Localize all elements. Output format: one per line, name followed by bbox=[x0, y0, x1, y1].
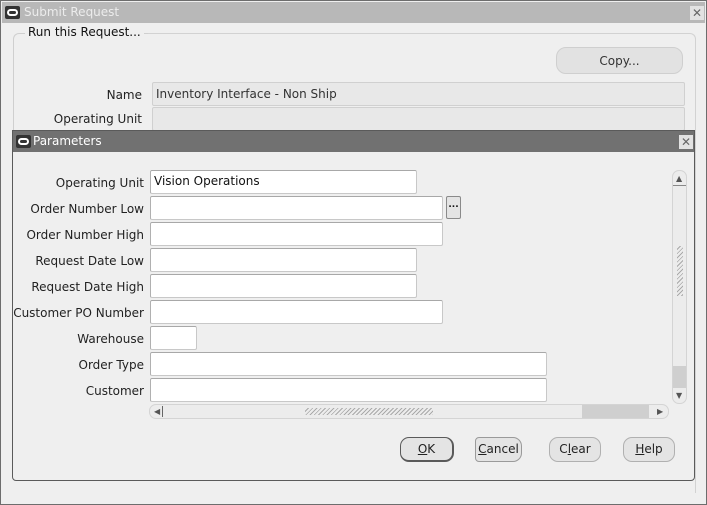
vertical-scrollbar[interactable]: ▲ ▼ bbox=[672, 170, 687, 404]
param-operating-unit-input[interactable]: Vision Operations bbox=[150, 170, 417, 194]
param-label-order-number-low: Order Number Low bbox=[30, 202, 144, 216]
hscroll-thumb-grip[interactable] bbox=[305, 408, 433, 415]
param-request-date-low-input[interactable] bbox=[150, 248, 417, 272]
param-order-number-high-input[interactable] bbox=[150, 222, 443, 246]
name-field[interactable]: Inventory Interface - Non Ship bbox=[152, 82, 685, 106]
dialog-title: Parameters bbox=[33, 134, 102, 148]
param-label-operating-unit: Operating Unit bbox=[55, 176, 144, 190]
oracle-logo-icon bbox=[5, 6, 20, 19]
ok-button[interactable]: OK bbox=[400, 437, 454, 462]
dialog-titlebar: Parameters bbox=[13, 131, 694, 152]
cancel-button[interactable]: Cancel bbox=[475, 437, 522, 462]
param-label-order-type: Order Type bbox=[78, 358, 144, 372]
window-title: Submit Request bbox=[24, 5, 120, 19]
param-customer-po-number-input[interactable] bbox=[150, 300, 443, 324]
scroll-thumb-grip[interactable] bbox=[677, 246, 683, 296]
param-label-warehouse: Warehouse bbox=[77, 332, 144, 346]
clear-label: ear bbox=[571, 442, 591, 456]
param-label-customer: Customer bbox=[85, 384, 144, 398]
help-button[interactable]: Help bbox=[623, 437, 675, 462]
scroll-up-divider bbox=[673, 185, 686, 186]
run-request-group-title: Run this Request... bbox=[25, 25, 144, 39]
hscroll-track-fill bbox=[582, 405, 649, 418]
copy-button[interactable]: Copy... bbox=[556, 47, 683, 74]
param-warehouse-input[interactable] bbox=[150, 326, 197, 350]
name-label: Name bbox=[106, 88, 142, 102]
ok-mnemonic: O bbox=[417, 442, 428, 456]
param-label-request-date-high: Request Date High bbox=[31, 280, 144, 294]
horizontal-scrollbar[interactable]: ◀ ▶ bbox=[149, 404, 669, 419]
operating-unit-field[interactable] bbox=[152, 107, 685, 131]
scroll-left-icon[interactable]: ◀ bbox=[154, 407, 160, 416]
param-request-date-high-input[interactable] bbox=[150, 274, 417, 298]
operating-unit-label: Operating Unit bbox=[53, 112, 142, 126]
window-titlebar: Submit Request bbox=[2, 2, 705, 23]
param-order-number-low-input[interactable] bbox=[150, 196, 443, 220]
param-order-type-input[interactable] bbox=[150, 352, 547, 376]
ok-label: K bbox=[427, 442, 436, 456]
scroll-up-icon[interactable]: ▲ bbox=[676, 174, 682, 183]
param-label-customer-po-number: Customer PO Number bbox=[13, 306, 144, 320]
oracle-logo-icon bbox=[16, 135, 31, 148]
lov-button[interactable]: ... bbox=[446, 196, 461, 219]
clear-label-pre: C bbox=[559, 442, 568, 456]
window-close-icon[interactable]: ✕ bbox=[690, 6, 704, 20]
scroll-right-icon[interactable]: ▶ bbox=[657, 407, 663, 416]
scroll-down-icon[interactable]: ▼ bbox=[676, 391, 682, 400]
help-label: elp bbox=[644, 442, 663, 456]
cancel-mnemonic: C bbox=[478, 442, 487, 456]
param-customer-input[interactable] bbox=[150, 378, 547, 402]
cancel-label: ancel bbox=[486, 442, 519, 456]
clear-button[interactable]: Clear bbox=[549, 437, 601, 462]
scroll-left-divider bbox=[162, 406, 163, 417]
param-label-request-date-low: Request Date Low bbox=[35, 254, 144, 268]
dialog-close-icon[interactable]: ✕ bbox=[679, 135, 693, 149]
help-mnemonic: H bbox=[635, 442, 645, 456]
scroll-track-fill bbox=[673, 366, 686, 388]
param-label-order-number-high: Order Number High bbox=[26, 228, 144, 242]
